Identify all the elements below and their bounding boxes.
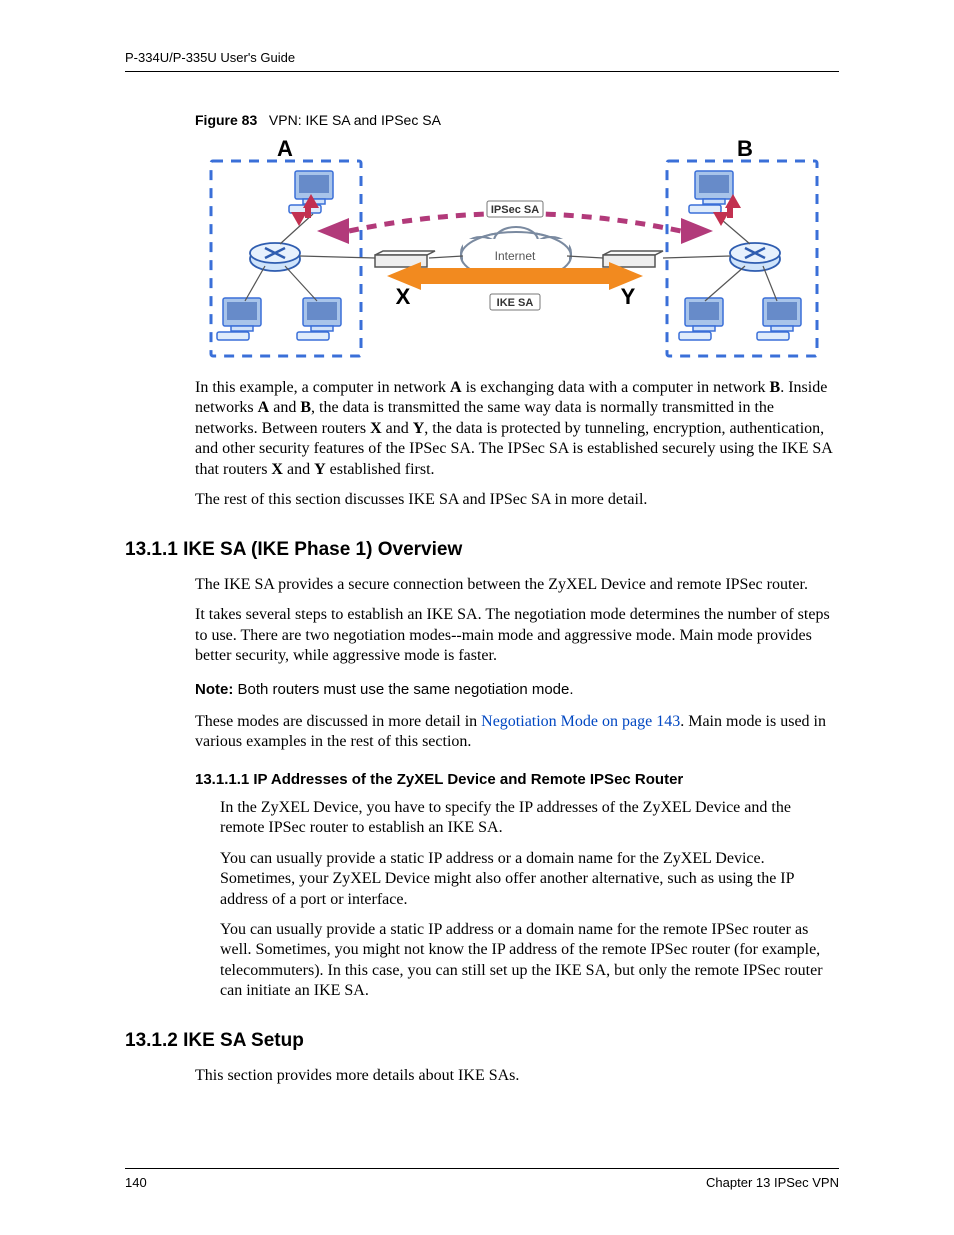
link-negotiation-mode[interactable]: Negotiation Mode on page 143 (481, 713, 680, 730)
vpn-diagram-svg: IPSec SA IKE SA Internet A B X Y (205, 136, 825, 366)
s1-1-p2: You can usually provide a static IP addr… (220, 849, 839, 910)
note-negotiation-mode: Note: Both routers must use the same neg… (195, 681, 839, 698)
label-ipsec-sa: IPSec SA (491, 204, 539, 216)
page-number: 140 (125, 1175, 147, 1190)
heading-13-1-2: 13.1.2 IKE SA Setup (125, 1030, 839, 1052)
s2-p1: This section provides more details about… (195, 1066, 839, 1086)
s1-p3: These modes are discussed in more detail… (195, 712, 839, 753)
s1-1-p3: You can usually provide a static IP addr… (220, 920, 839, 1002)
page: P-334U/P-335U User's Guide Figure 83 VPN… (0, 0, 954, 1235)
chapter-label: Chapter 13 IPSec VPN (706, 1175, 839, 1190)
figure-title: VPN: IKE SA and IPSec SA (269, 112, 441, 128)
s1-p2: It takes several steps to establish an I… (195, 605, 839, 666)
figure-vpn-diagram: IPSec SA IKE SA Internet A B X Y (205, 136, 839, 366)
intro-paragraph-2: The rest of this section discusses IKE S… (195, 490, 839, 510)
heading-13-1-1: 13.1.1 IKE SA (IKE Phase 1) Overview (125, 539, 839, 561)
heading-13-1-1-1: 13.1.1.1 IP Addresses of the ZyXEL Devic… (195, 771, 839, 788)
figure-caption: Figure 83 VPN: IKE SA and IPSec SA (195, 112, 839, 128)
guide-title: P-334U/P-335U User's Guide (125, 50, 295, 65)
label-internet: Internet (495, 249, 536, 263)
note-label: Note: (195, 681, 233, 698)
note-text: Both routers must use the same negotiati… (233, 681, 573, 698)
s1-1-p1: In the ZyXEL Device, you have to specify… (220, 798, 839, 839)
label-A: A (277, 136, 293, 161)
figure-number: Figure 83 (195, 112, 257, 128)
label-ike-sa: IKE SA (497, 297, 534, 309)
label-Y: Y (621, 284, 636, 309)
intro-paragraph-1: In this example, a computer in network A… (195, 378, 839, 480)
label-X: X (396, 284, 411, 309)
page-footer: 140 Chapter 13 IPSec VPN (125, 1168, 839, 1190)
label-B: B (737, 136, 753, 161)
page-header: P-334U/P-335U User's Guide (125, 50, 839, 72)
s1-p1: The IKE SA provides a secure connection … (195, 575, 839, 595)
